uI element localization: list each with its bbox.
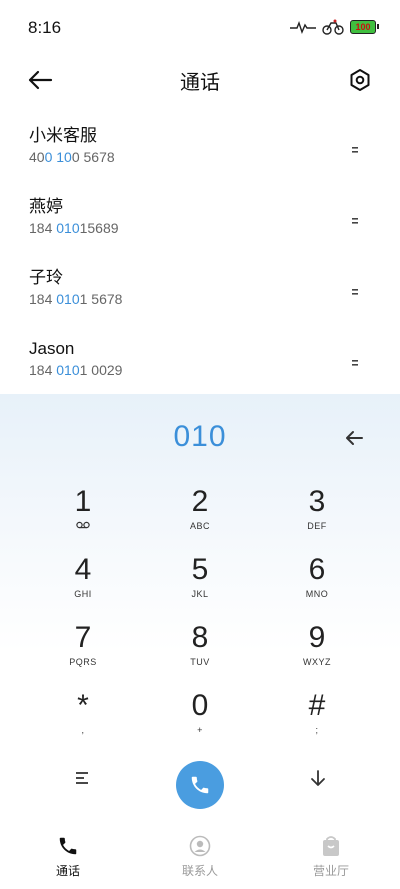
- contact-item[interactable]: 小米客服 400 100 5678: [0, 115, 400, 186]
- key-digit: 9: [308, 621, 326, 654]
- contact-item[interactable]: Jason 184 0101 0029: [0, 328, 400, 399]
- battery-level: 100: [355, 22, 371, 32]
- key-letters: MNO: [305, 589, 329, 599]
- key-6[interactable]: 6 MNO: [262, 552, 372, 612]
- number-part: 40: [29, 149, 45, 165]
- phone-icon: [18, 834, 118, 858]
- key-letters: +: [197, 725, 203, 735]
- nav-tab-contacts[interactable]: 联系人: [150, 834, 250, 879]
- more-icon[interactable]: [344, 212, 368, 230]
- page-title: 通话: [180, 72, 220, 94]
- number-part: 184: [29, 220, 57, 236]
- key-0[interactable]: 0 +: [145, 688, 255, 748]
- key-letters: ,: [81, 725, 85, 735]
- hide-keypad-button[interactable]: [304, 764, 332, 792]
- key-digit: #: [308, 689, 326, 722]
- voicemail-icon: [28, 520, 138, 532]
- arrow-left-icon: [28, 70, 53, 90]
- status-bar: 8:16 100: [0, 0, 400, 56]
- contact-item[interactable]: 子玲 184 0101 5678: [0, 257, 400, 328]
- dial-input[interactable]: 010: [0, 420, 400, 454]
- key-2[interactable]: 2 ABC: [145, 484, 255, 544]
- key-digit: 8: [191, 621, 209, 654]
- number-match: 010: [56, 220, 80, 236]
- contact-item[interactable]: 燕婷 184 01015689: [0, 186, 400, 257]
- key-7[interactable]: 7 PQRS: [28, 620, 138, 680]
- key-3[interactable]: 3 DEF: [262, 484, 372, 544]
- number-match: 010: [56, 362, 80, 378]
- key-letters: GHI: [74, 589, 92, 599]
- bottom-nav: 通话 联系人 营业厅: [0, 824, 400, 889]
- nav-label: 联系人: [181, 864, 218, 878]
- key-digit: 1: [74, 485, 92, 518]
- number-part: 0 5678: [71, 149, 115, 165]
- key-letters: ABC: [189, 521, 210, 531]
- more-icon[interactable]: [344, 283, 368, 301]
- key-digit: 0: [191, 689, 209, 722]
- nav-label: 通话: [55, 864, 80, 878]
- number-match: 0 10: [44, 149, 72, 165]
- number-part: 15689: [79, 220, 119, 236]
- call-button[interactable]: [176, 761, 224, 809]
- hexagon-settings-icon: [350, 69, 370, 91]
- settings-button[interactable]: [344, 64, 376, 96]
- arrow-down-icon: [311, 770, 325, 786]
- key-digit: 4: [74, 553, 92, 586]
- key-digit: *: [77, 689, 89, 722]
- key-letters: ;: [315, 725, 319, 735]
- key-digit: 7: [74, 621, 92, 654]
- number-part: 184: [29, 291, 57, 307]
- key-letters: PQRS: [69, 657, 97, 667]
- key-9[interactable]: 9 WXYZ: [262, 620, 372, 680]
- more-icon[interactable]: [344, 354, 368, 372]
- contact-list: 小米客服 400 100 5678 燕婷 184 01015689 子玲 184…: [0, 115, 400, 399]
- number-part: 184: [29, 362, 57, 378]
- bike-icon: [322, 19, 344, 35]
- key-digit: 6: [308, 553, 326, 586]
- nav-label: 营业厅: [312, 864, 349, 878]
- key-digit: 3: [308, 485, 326, 518]
- heartbeat-icon: [290, 20, 316, 34]
- nav-tab-calls[interactable]: 通话: [18, 834, 118, 879]
- key-letters: TUV: [190, 657, 210, 667]
- number-part: 1 0029: [79, 362, 123, 378]
- key-star[interactable]: * ,: [28, 688, 138, 748]
- key-4[interactable]: 4 GHI: [28, 552, 138, 612]
- key-1[interactable]: 1: [28, 484, 138, 544]
- store-icon: [281, 834, 381, 858]
- key-8[interactable]: 8 TUV: [145, 620, 255, 680]
- menu-button[interactable]: [68, 764, 96, 792]
- number-part: 1 5678: [79, 291, 123, 307]
- key-5[interactable]: 5 JKL: [145, 552, 255, 612]
- key-digit: 5: [191, 553, 209, 586]
- number-match: 010: [56, 291, 80, 307]
- back-button[interactable]: [24, 64, 56, 96]
- battery-icon: 100: [350, 20, 379, 34]
- contacts-icon: [150, 834, 250, 858]
- key-letters: JKL: [191, 589, 209, 599]
- more-icon[interactable]: [344, 141, 368, 159]
- menu-icon: [76, 772, 88, 784]
- key-hash[interactable]: # ;: [262, 688, 372, 748]
- key-letters: DEF: [307, 521, 327, 531]
- key-letters: WXYZ: [303, 657, 331, 667]
- header: 通话: [0, 56, 400, 102]
- status-time: 8:16: [28, 18, 62, 37]
- backspace-arrow-icon: [346, 431, 363, 445]
- backspace-button[interactable]: [342, 426, 366, 450]
- nav-tab-store[interactable]: 营业厅: [281, 834, 381, 879]
- dialer-panel: 010 1 2 ABC 3 DEF 4 GHI 5 JKL 6 MNO 7 PQ…: [0, 394, 400, 824]
- status-icons: 100: [290, 19, 379, 35]
- phone-icon: [191, 776, 209, 794]
- key-digit: 2: [191, 485, 209, 518]
